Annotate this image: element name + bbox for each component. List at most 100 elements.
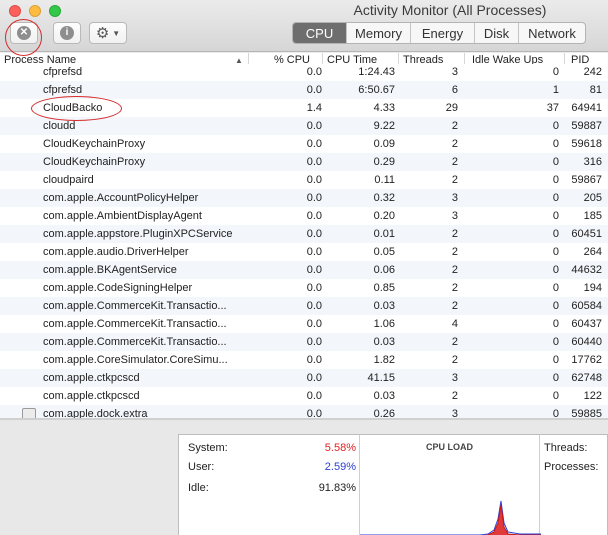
info-icon: i [60, 26, 74, 40]
cell-pid: 44632 [571, 264, 602, 276]
cell-cpu-time: 0.09 [373, 138, 395, 150]
cell-cpu: 0.0 [306, 228, 322, 240]
cell-cpu: 0.0 [306, 318, 322, 330]
cell-cpu: 0.0 [306, 408, 322, 418]
cell-pid: 60440 [571, 336, 602, 348]
cell-cpu-time: 0.03 [373, 300, 395, 312]
table-row[interactable]: com.apple.CommerceKit.Transactio... 0.0 1.… [0, 315, 608, 333]
cell-cpu: 0.0 [306, 66, 322, 78]
cell-idle-wake-ups: 0 [552, 246, 559, 258]
cell-threads: 2 [451, 300, 458, 312]
cell-cpu: 0.0 [306, 390, 322, 402]
table-row[interactable]: CloudKeychainProxy 0.0 0.09 2 0 59618 [0, 135, 608, 153]
table-row[interactable]: CloudKeychainProxy 0.0 0.29 2 0 316 [0, 153, 608, 171]
cell-threads: 3 [451, 66, 458, 78]
cell-cpu: 0.0 [306, 264, 322, 276]
cell-pid: 60584 [571, 300, 602, 312]
cell-idle-wake-ups: 0 [552, 156, 559, 168]
cell-cpu: 0.0 [306, 336, 322, 348]
cell-cpu: 0.0 [306, 210, 322, 222]
process-table[interactable]: cfprefsd 0.0 1:24.43 3 0 242 cfprefsd 0.0 6:50.6… [0, 64, 608, 418]
cell-cpu: 1.4 [306, 102, 322, 114]
table-row[interactable]: com.apple.BKAgentService 0.0 0.06 2 0 44632 [0, 261, 608, 279]
table-row[interactable]: cloudpaird 0.0 0.11 2 0 59867 [0, 171, 608, 189]
cell-pid: 242 [583, 66, 602, 78]
cell-pid: 122 [583, 390, 602, 402]
cell-cpu-time: 9.22 [373, 120, 395, 132]
stat-user-label: User: [188, 461, 215, 473]
cell-threads: 2 [451, 336, 458, 348]
cell-pid: 81 [589, 84, 602, 96]
table-row[interactable]: cfprefsd 0.0 1:24.43 3 0 242 [0, 64, 608, 81]
cell-cpu-time: 41.15 [367, 372, 395, 384]
action-menu-button[interactable]: ⚙ ▼ [89, 22, 127, 44]
cell-process-name: com.apple.dock.extra [43, 408, 148, 418]
stat-system-label: System: [188, 442, 228, 454]
cell-process-name: CloudKeychainProxy [43, 156, 146, 168]
table-row[interactable]: com.apple.CommerceKit.Transactio... 0.0 0.… [0, 297, 608, 315]
window-minimize-button[interactable] [29, 5, 41, 17]
cell-process-name: com.apple.BKAgentService [43, 264, 177, 276]
table-row[interactable]: com.apple.CoreSimulator.CoreSimu... 0.0 1.… [0, 351, 608, 369]
cell-cpu: 0.0 [306, 84, 322, 96]
table-row[interactable]: cloudd 0.0 9.22 2 0 59887 [0, 117, 608, 135]
table-row[interactable]: com.apple.dock.extra 0.0 0.26 3 0 59885 [0, 405, 608, 418]
cell-cpu: 0.0 [306, 282, 322, 294]
stat-idle-value: 91.83% [318, 482, 356, 494]
inspect-process-button[interactable]: i [53, 22, 81, 44]
cell-pid: 62748 [571, 372, 602, 384]
window-zoom-button[interactable] [49, 5, 61, 17]
cell-cpu-time: 1.06 [373, 318, 395, 330]
stop-process-button[interactable]: ✕ [10, 22, 38, 44]
cell-idle-wake-ups: 0 [552, 408, 559, 418]
app-icon [22, 408, 36, 418]
table-row[interactable]: com.apple.AmbientDisplayAgent 0.0 0.20 3 0 18… [0, 207, 608, 225]
table-row[interactable]: cfprefsd 0.0 6:50.67 6 1 81 [0, 81, 608, 99]
chevron-down-icon: ▼ [112, 28, 121, 38]
cell-idle-wake-ups: 1 [552, 84, 559, 96]
stat-user-value: 2.59% [324, 461, 356, 473]
cell-threads: 2 [451, 354, 458, 366]
cell-threads: 6 [451, 84, 458, 96]
stat-system-value: 5.58% [324, 442, 356, 454]
cell-cpu-time: 1:24.43 [358, 66, 395, 78]
window-close-button[interactable] [9, 5, 21, 17]
table-row[interactable]: com.apple.CodeSigningHelper 0.0 0.85 2 0 194 [0, 279, 608, 297]
cell-idle-wake-ups: 37 [546, 102, 559, 114]
view-tabs: CPU Memory Energy Disk Network [292, 22, 586, 44]
cell-pid: 59887 [571, 120, 602, 132]
tab-energy[interactable]: Energy [410, 23, 474, 43]
cell-cpu-time: 0.32 [373, 192, 395, 204]
x-circle-icon: ✕ [17, 26, 31, 40]
cell-idle-wake-ups: 0 [552, 354, 559, 366]
cell-idle-wake-ups: 0 [552, 264, 559, 276]
cpu-summary-panel: System: 5.58% User: 2.59% Idle: 91.83% C… [0, 420, 608, 535]
stat-system: System: 5.58% [188, 442, 356, 458]
table-row[interactable]: com.apple.appstore.PluginXPCService 0.0 0.… [0, 225, 608, 243]
cell-cpu-time: 4.33 [373, 102, 395, 114]
cell-cpu: 0.0 [306, 300, 322, 312]
cell-cpu: 0.0 [306, 120, 322, 132]
cell-cpu-time: 0.85 [373, 282, 395, 294]
tab-network[interactable]: Network [518, 23, 585, 43]
table-row[interactable]: CloudBacko 1.4 4.33 29 37 64941 [0, 99, 608, 117]
stat-idle: Idle: 91.83% [188, 482, 356, 498]
table-row[interactable]: com.apple.CommerceKit.Transactio... 0.0 0.… [0, 333, 608, 351]
cell-pid: 60451 [571, 228, 602, 240]
cell-threads: 2 [451, 246, 458, 258]
cell-process-name: com.apple.CommerceKit.Transactio... [43, 300, 227, 312]
tab-memory[interactable]: Memory [346, 23, 410, 43]
cell-cpu: 0.0 [306, 156, 322, 168]
table-row[interactable]: com.apple.ctkpcscd 0.0 0.03 2 0 122 [0, 387, 608, 405]
table-row[interactable]: com.apple.audio.DriverHelper 0.0 0.05 2 0 264 [0, 243, 608, 261]
cell-threads: 2 [451, 282, 458, 294]
cell-idle-wake-ups: 0 [552, 228, 559, 240]
table-row[interactable]: com.apple.ctkpcscd 0.0 41.15 3 0 62748 [0, 369, 608, 387]
cell-idle-wake-ups: 0 [552, 300, 559, 312]
tab-disk[interactable]: Disk [474, 23, 518, 43]
tab-cpu[interactable]: CPU [293, 23, 346, 43]
table-row[interactable]: com.apple.AccountPolicyHelper 0.0 0.32 3 0 20… [0, 189, 608, 207]
cell-pid: 17762 [571, 354, 602, 366]
cell-cpu-time: 0.11 [374, 174, 395, 186]
gear-icon: ⚙ [95, 24, 110, 42]
